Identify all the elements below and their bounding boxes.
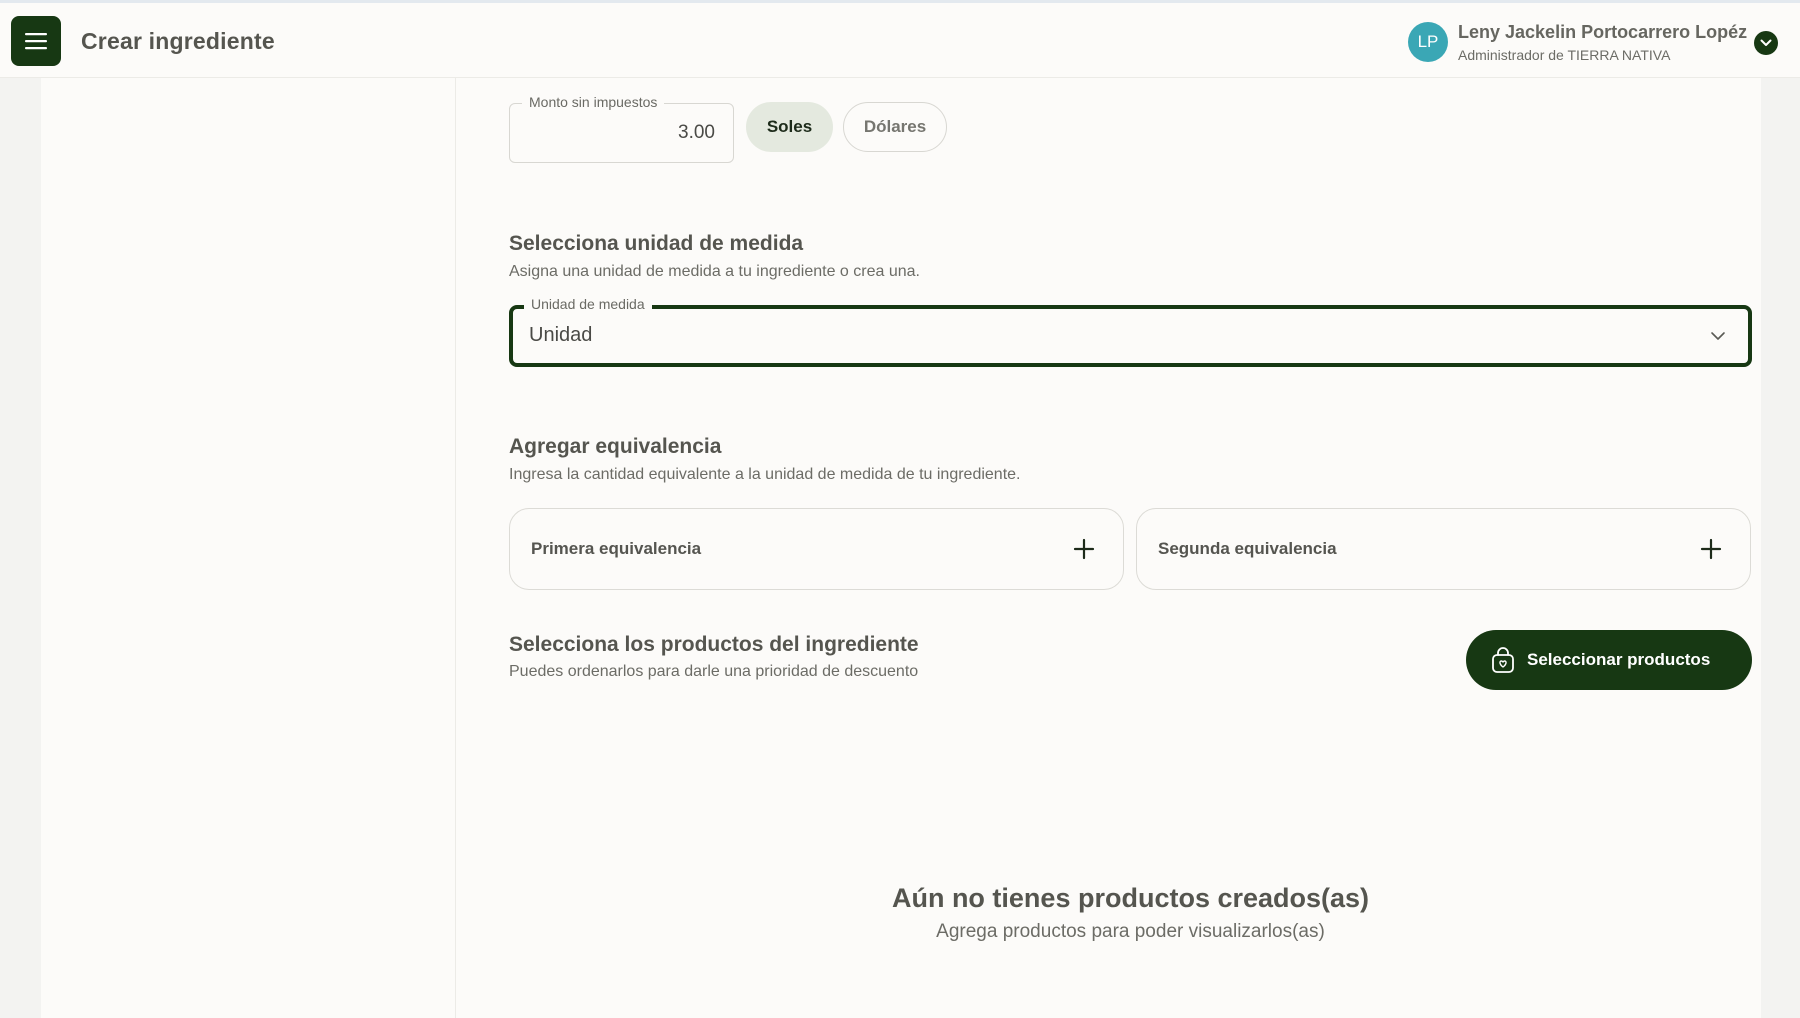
menu-button[interactable]	[11, 16, 61, 66]
page-title: Crear ingrediente	[81, 28, 275, 54]
first-equivalence-card[interactable]: Primera equivalencia	[509, 508, 1124, 590]
unit-select-label: Unidad de medida	[524, 296, 652, 312]
plus-icon	[1073, 538, 1095, 565]
second-equivalence-card[interactable]: Segunda equivalencia	[1136, 508, 1751, 590]
user-name: Leny Jackelin Portocarrero Lopéz	[1458, 22, 1748, 42]
user-menu[interactable]: LP Leny Jackelin Portocarrero Lopéz Admi…	[1400, 3, 1800, 81]
unit-select-value: Unidad	[529, 324, 593, 346]
second-equivalence-label: Segunda equivalencia	[1158, 539, 1337, 558]
products-section-title: Selecciona los productos del ingrediente	[509, 633, 919, 656]
unit-select[interactable]: Unidad de medida Unidad	[509, 296, 1752, 367]
chevron-down-icon	[1760, 39, 1772, 46]
empty-state-subtitle: Agrega productos para poder visualizarlo…	[936, 921, 1325, 942]
select-products-button[interactable]: Seleccionar productos	[1466, 630, 1752, 690]
chevron-down-icon	[1710, 328, 1726, 346]
avatar: LP	[1408, 22, 1448, 62]
user-menu-toggle[interactable]	[1754, 31, 1778, 55]
main-panel: Monto sin impuestos 3.00 Soles Dólares S…	[41, 78, 1761, 1018]
unit-section-title: Selecciona unidad de medida	[509, 232, 804, 255]
hamburger-menu-icon	[25, 33, 47, 50]
equivalence-section-subtitle: Ingresa la cantidad equivalente a la uni…	[509, 466, 1021, 483]
products-section-subtitle: Puedes ordenarlos para darle una priorid…	[509, 663, 919, 680]
select-products-label: Seleccionar productos	[1527, 650, 1711, 669]
empty-state-title: Aún no tienes productos creados(as)	[891, 883, 1370, 913]
first-equivalence-label: Primera equivalencia	[531, 539, 702, 558]
column-divider	[455, 78, 456, 1018]
user-role: Administrador de TIERRA NATIVA	[1458, 47, 1671, 63]
shopping-bag-icon	[1492, 647, 1514, 673]
form-sections: Selecciona unidad de medida Asigna una u…	[509, 78, 1761, 1018]
unit-section-subtitle: Asigna una unidad de medida a tu ingredi…	[509, 263, 920, 280]
form-content: Monto sin impuestos 3.00 Soles Dólares S…	[467, 78, 1761, 1018]
equivalence-section-title: Agregar equivalencia	[509, 435, 722, 458]
top-bar: Crear ingrediente LP Leny Jackelin Porto…	[0, 0, 1800, 78]
plus-icon	[1700, 538, 1722, 565]
